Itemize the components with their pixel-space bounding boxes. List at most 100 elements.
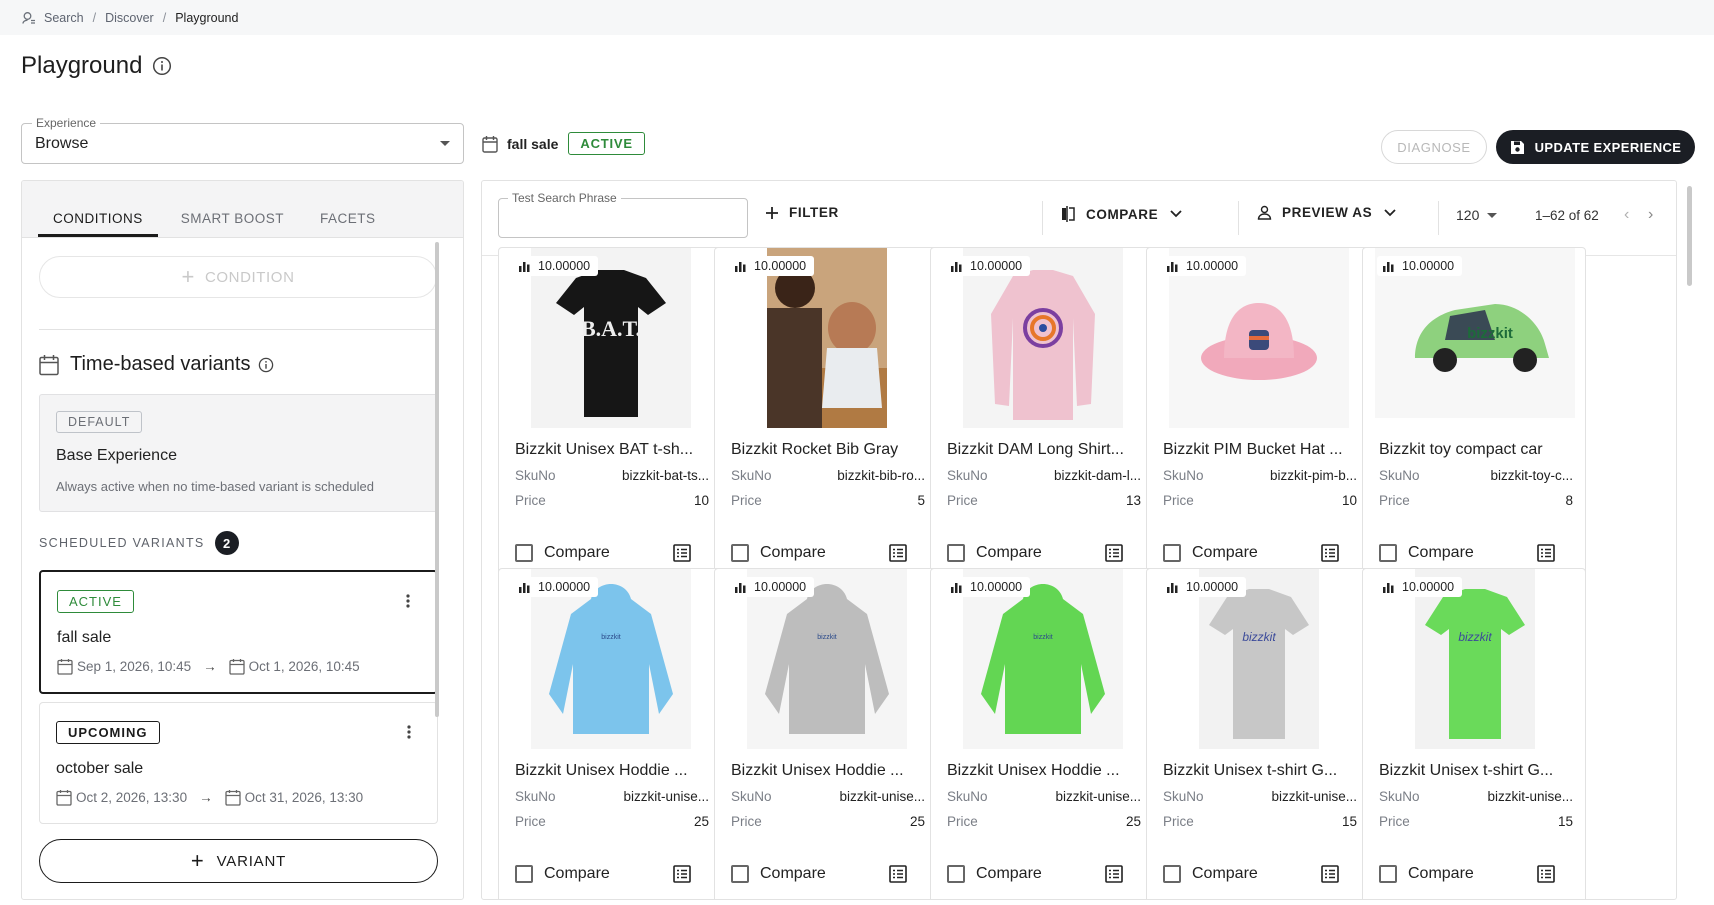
compare-checkbox[interactable]: Compare — [731, 865, 826, 883]
plus-icon: + — [181, 264, 195, 289]
compare-label: COMPARE — [1086, 206, 1159, 222]
compare-checkbox[interactable]: Compare — [1379, 865, 1474, 883]
chevron-right-icon[interactable]: › — [1648, 206, 1653, 224]
per-page-select[interactable]: 120 — [1456, 207, 1498, 223]
tab-conditions[interactable]: CONDITIONS — [38, 211, 158, 237]
score-value: 10.00000 — [970, 580, 1023, 594]
compare-label: Compare — [760, 865, 826, 882]
details-list-icon[interactable] — [673, 865, 691, 883]
checkbox-icon — [731, 544, 749, 562]
svg-text:bizzkit: bizzkit — [1242, 630, 1276, 644]
compare-label: Compare — [976, 544, 1042, 561]
default-variant-card[interactable]: DEFAULT Base Experience Always active wh… — [39, 394, 438, 512]
info-icon[interactable] — [152, 56, 172, 76]
details-list-icon[interactable] — [1537, 544, 1555, 562]
add-condition-label: CONDITION — [204, 268, 295, 286]
compare-label: Compare — [1192, 865, 1258, 882]
product-card[interactable]: bizzkit 10.00000 Bizzkit Unisex t-shirt G.… — [1146, 568, 1370, 899]
compare-label: Compare — [544, 544, 610, 561]
details-list-icon[interactable] — [889, 865, 907, 883]
variant-end: Oct 1, 2026, 10:45 — [248, 659, 360, 674]
sku-label: SkuNo — [515, 468, 556, 483]
product-card[interactable]: bizzkit 10.00000 Bizzkit toy compact car Sk… — [1362, 247, 1586, 587]
breadcrumb-search[interactable]: Search — [44, 11, 84, 25]
product-name: Bizzkit Unisex t-shirt G... — [1379, 762, 1554, 779]
calendar-icon — [224, 790, 241, 806]
breadcrumb-discover[interactable]: Discover — [105, 11, 154, 25]
variant-card-active[interactable]: ACTIVE fall sale Sep 1, 2026, 10:45 → Oc… — [39, 570, 438, 694]
update-experience-label: UPDATE EXPERIENCE — [1534, 139, 1682, 155]
test-search-input[interactable]: Test Search Phrase — [498, 191, 748, 238]
update-experience-button[interactable]: UPDATE EXPERIENCE — [1496, 130, 1695, 164]
experience-select[interactable]: Experience Browse — [21, 116, 464, 164]
results-panel: Test Search Phrase FILTER COMPARE PREVIE… — [481, 180, 1677, 900]
compare-button[interactable]: COMPARE — [1060, 205, 1182, 223]
compare-label: Compare — [760, 544, 826, 561]
product-card[interactable]: 10.00000 Bizzkit DAM Long Shirt... SkuNo bi… — [930, 247, 1154, 587]
product-card[interactable]: B.A.T. 10.00000 Bizzkit Unisex BAT t-sh...… — [498, 247, 722, 587]
sku-label: SkuNo — [947, 468, 988, 483]
calendar-icon — [57, 659, 73, 675]
product-card[interactable]: bizzkit 10.00000 Bizzkit Unisex Hoddie ...… — [498, 568, 722, 899]
variant-name: october sale — [56, 760, 144, 777]
score-badge: 10.00000 — [1161, 256, 1247, 276]
checkbox-icon — [1163, 544, 1181, 562]
compare-checkbox[interactable]: Compare — [947, 544, 1042, 562]
score-badge: 10.00000 — [1377, 256, 1463, 276]
diagnose-button[interactable]: DIAGNOSE — [1381, 130, 1487, 164]
dropdown-caret-icon — [440, 141, 450, 146]
details-list-icon[interactable] — [673, 544, 691, 562]
details-list-icon[interactable] — [1537, 865, 1555, 883]
compare-checkbox[interactable]: Compare — [947, 865, 1042, 883]
checkbox-icon — [515, 865, 533, 883]
filter-button[interactable]: FILTER — [765, 205, 839, 220]
more-vertical-icon[interactable] — [407, 725, 411, 739]
price-label: Price — [1379, 814, 1410, 829]
score-badge: 10.00000 — [513, 577, 599, 597]
panel-tabs: CONDITIONS SMART BOOST FACETS — [22, 181, 463, 238]
product-name: Bizzkit DAM Long Shirt... — [947, 441, 1124, 458]
compare-checkbox[interactable]: Compare — [515, 865, 610, 883]
count-badge: 2 — [214, 531, 239, 555]
product-card[interactable]: 10.00000 Bizzkit PIM Bucket Hat ... SkuNo b… — [1146, 247, 1370, 587]
details-list-icon[interactable] — [1321, 544, 1339, 562]
product-card[interactable]: bizzkit 10.00000 Bizzkit Unisex Hoddie ...… — [930, 568, 1154, 899]
chevron-left-icon[interactable]: ‹ — [1624, 206, 1629, 224]
score-value: 10.00000 — [538, 259, 591, 273]
compare-icon — [1062, 206, 1075, 222]
preview-as-button[interactable]: PREVIEW AS — [1257, 205, 1396, 220]
info-icon[interactable] — [258, 357, 274, 373]
details-list-icon[interactable] — [889, 544, 907, 562]
product-card[interactable]: bizzkit 10.00000 Bizzkit Unisex Hoddie ...… — [714, 568, 938, 899]
price-label: Price — [1379, 493, 1410, 508]
default-tag: DEFAULT — [56, 411, 143, 433]
compare-checkbox[interactable]: Compare — [1163, 544, 1258, 562]
results-scrollbar[interactable] — [1687, 186, 1692, 286]
dropdown-caret-icon — [1487, 212, 1498, 218]
variant-start: Oct 2, 2026, 13:30 — [76, 790, 188, 805]
product-card[interactable]: 10.00000 Bizzkit Rocket Bib Gray SkuNo bizz… — [714, 247, 938, 587]
breadcrumb-current: Playground — [175, 10, 239, 25]
add-condition-button[interactable]: + CONDITION — [39, 256, 437, 298]
more-vertical-icon[interactable] — [406, 594, 410, 608]
compare-checkbox[interactable]: Compare — [515, 544, 610, 562]
left-scrollbar[interactable] — [435, 242, 439, 717]
details-list-icon[interactable] — [1105, 865, 1123, 883]
checkbox-icon — [1379, 544, 1397, 562]
sku-value: bizzkit-bat-ts... — [621, 468, 709, 483]
tab-smart-boost[interactable]: SMART BOOST — [181, 211, 284, 237]
add-variant-button[interactable]: + VARIANT — [39, 839, 438, 883]
details-list-icon[interactable] — [1321, 865, 1339, 883]
product-name: Bizzkit Unisex Hoddie ... — [731, 762, 904, 779]
details-list-icon[interactable] — [1105, 544, 1123, 562]
compare-checkbox[interactable]: Compare — [1163, 865, 1258, 883]
tab-facets[interactable]: FACETS — [320, 211, 376, 237]
sku-label: SkuNo — [731, 789, 772, 804]
compare-checkbox[interactable]: Compare — [731, 544, 826, 562]
product-card[interactable]: bizzkit 10.00000 Bizzkit Unisex t-shirt G.… — [1362, 568, 1586, 899]
score-value: 10.00000 — [1402, 259, 1455, 273]
compare-checkbox[interactable]: Compare — [1379, 544, 1474, 562]
score-value: 10.00000 — [1402, 580, 1455, 594]
compare-label: Compare — [1408, 865, 1474, 882]
variant-card-upcoming[interactable]: UPCOMING october sale Oct 2, 2026, 13:30… — [39, 702, 438, 824]
